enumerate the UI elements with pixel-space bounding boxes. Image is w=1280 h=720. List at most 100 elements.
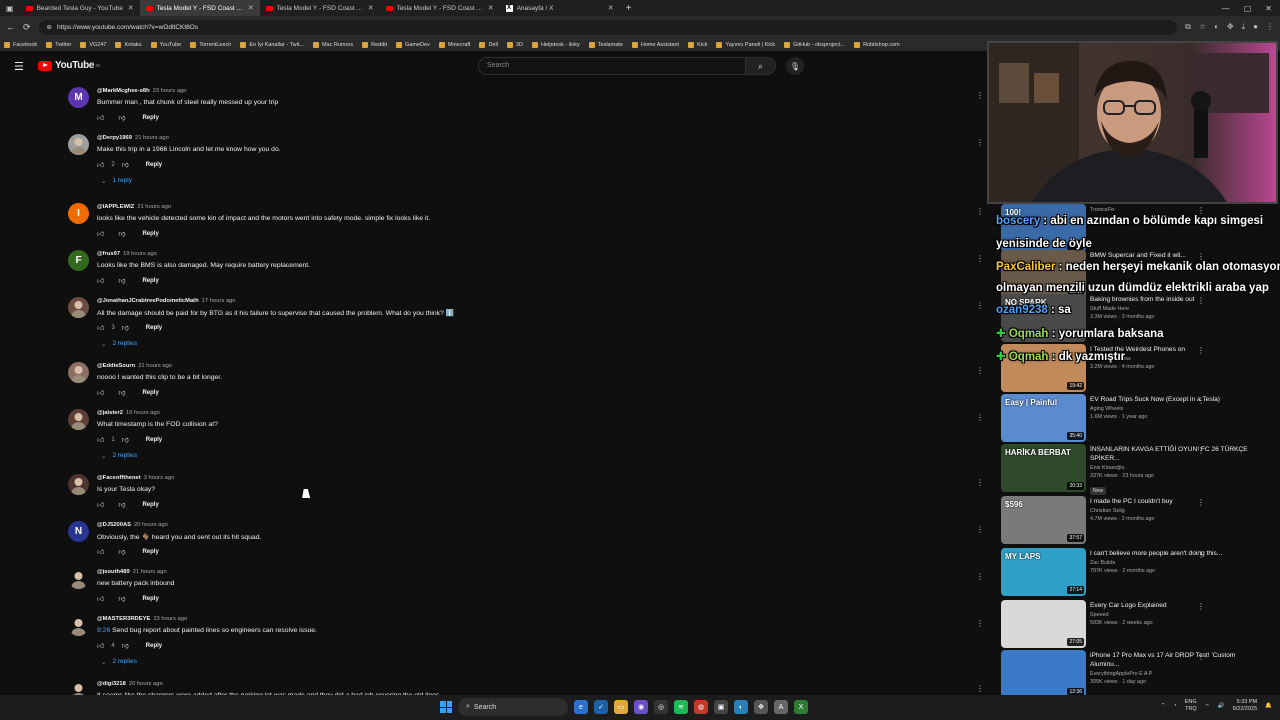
excel-icon[interactable]: X: [794, 700, 808, 714]
discord-icon[interactable]: ◉: [634, 700, 648, 714]
video-title[interactable]: Baking brownies from the inside out: [1090, 295, 1260, 304]
view-replies-button[interactable]: ⌄ 1 reply: [101, 177, 132, 185]
reply-button[interactable]: Reply: [142, 502, 158, 508]
video-title[interactable]: iPhone 17 Pro Max vs 17 Air DROP Test! '…: [1090, 651, 1260, 669]
recommended-video[interactable]: 27:05 Every Car Logo Explained Speeed 593K …: [1001, 600, 1271, 648]
taskbar-search[interactable]: ⌕ Search: [458, 698, 568, 716]
thumbs-down-icon[interactable]: 👎︎: [118, 276, 125, 285]
video-thumbnail[interactable]: 100! 25:07: [1001, 204, 1086, 252]
comment-author[interactable]: @frus97: [97, 251, 120, 257]
bookmark-item[interactable]: GitHub - obsproject...: [784, 41, 845, 48]
avatar[interactable]: N: [68, 521, 89, 542]
video-channel[interactable]: EverythingApplePro E A P: [1090, 671, 1260, 677]
thumbs-up-icon[interactable]: 👍︎: [97, 641, 104, 650]
avatar[interactable]: M: [68, 87, 89, 108]
app-icon-5[interactable]: A: [774, 700, 788, 714]
video-title[interactable]: Every Car Logo Explained: [1090, 601, 1260, 610]
bookmark-item[interactable]: Home Assistant: [631, 41, 679, 48]
clock[interactable]: 5:33 PM 9/22/2025: [1233, 699, 1257, 713]
app-icon-4[interactable]: ✥: [754, 700, 768, 714]
video-channel[interactable]: Speeed: [1090, 612, 1260, 618]
extension-icon[interactable]: ◐: [1214, 22, 1219, 32]
thumbs-down-icon[interactable]: 👎︎: [118, 594, 125, 603]
thumbs-down-icon[interactable]: 👎︎: [122, 323, 129, 332]
minimize-icon[interactable]: —: [1222, 4, 1230, 13]
notification-icon[interactable]: 🔔: [1265, 703, 1272, 709]
recommended-video[interactable]: 19:42 I Tested the Weirdest Phones on Mrwh…: [1001, 344, 1271, 392]
close-icon[interactable]: ✕: [368, 4, 374, 12]
language-indicator[interactable]: ENG TRQ: [1185, 699, 1197, 713]
video-more-icon[interactable]: ⋮: [1197, 498, 1205, 507]
comment-author[interactable]: @MarkMcghee-e8h: [97, 88, 150, 94]
avatar[interactable]: [68, 474, 89, 495]
thumbs-up-icon[interactable]: 👍︎: [97, 229, 104, 238]
close-icon[interactable]: ✕: [248, 4, 254, 12]
video-title[interactable]: I made the PC I couldn't buy: [1090, 497, 1260, 506]
reply-button[interactable]: Reply: [142, 278, 158, 284]
maximize-icon[interactable]: ▢: [1244, 4, 1252, 13]
comment-more-icon[interactable]: ⋮: [976, 254, 984, 263]
video-more-icon[interactable]: ⋮: [1197, 346, 1205, 355]
close-window-icon[interactable]: ✕: [1265, 4, 1272, 13]
thumbs-down-icon[interactable]: 👎︎: [122, 160, 129, 169]
comment-more-icon[interactable]: ⋮: [976, 413, 984, 422]
comment-time[interactable]: 20 hours ago: [129, 681, 163, 687]
video-channel[interactable]: Enis Kirazoğlu: [1090, 465, 1260, 471]
avatar[interactable]: [68, 568, 89, 589]
comment-time[interactable]: 20 hours ago: [134, 522, 168, 528]
thumbs-up-icon[interactable]: 👍︎: [97, 388, 104, 397]
comment-time[interactable]: 3 hours ago: [144, 475, 175, 481]
thumbs-up-icon[interactable]: 👍︎: [97, 276, 104, 285]
comment-time[interactable]: 21 hours ago: [135, 135, 169, 141]
reply-button[interactable]: Reply: [146, 437, 162, 443]
video-channel[interactable]: Zac Builds: [1090, 560, 1260, 566]
video-channel[interactable]: TronicsFix: [1090, 207, 1260, 213]
comment-more-icon[interactable]: ⋮: [976, 366, 984, 375]
video-more-icon[interactable]: ⋮: [1197, 446, 1205, 455]
comment-author[interactable]: @MASTER3RDEYE: [97, 616, 150, 622]
bookmark-item[interactable]: VG247: [80, 41, 106, 48]
video-thumbnail[interactable]: MY LAPS 27:14: [1001, 548, 1086, 596]
avatar[interactable]: I: [68, 203, 89, 224]
thumbs-up-icon[interactable]: 👍︎: [97, 500, 104, 509]
browser-tab[interactable]: Tesla Model Y - FSD Coast To Coa✕: [380, 0, 500, 16]
speaker-icon[interactable]: 🔊: [1218, 703, 1225, 709]
recommended-video[interactable]: 100! 25:07 TronicsFix ⋮: [1001, 204, 1271, 252]
view-replies-button[interactable]: ⌄ 2 replies: [101, 658, 137, 666]
url-field[interactable]: ⊜ https://www.youtube.com/watch?v=wOdltC…: [38, 19, 1178, 35]
video-thumbnail[interactable]: 27:05: [1001, 600, 1086, 648]
network-icon[interactable]: ◔: [1173, 703, 1176, 709]
bookmark-item[interactable]: En İyi Kanallar - Twit...: [240, 41, 304, 48]
comment-author[interactable]: @JonathanJCrabtreePodometicMath: [97, 298, 199, 304]
hamburger-menu-icon[interactable]: ☰: [14, 60, 24, 73]
comment-time[interactable]: 17 hours ago: [202, 298, 236, 304]
edge-icon[interactable]: e: [574, 700, 588, 714]
avatar[interactable]: [68, 134, 89, 155]
video-more-icon[interactable]: ⋮: [1197, 602, 1205, 611]
recommended-video[interactable]: 32:11 BMW Supercar and Fixed it wit... ⋮: [1001, 250, 1271, 298]
video-thumbnail[interactable]: NO SPARK: [1001, 294, 1086, 342]
video-title[interactable]: İNSANLARIN KAVGA ETTİĞİ OYUN! FC 26 TÜRK…: [1090, 445, 1260, 463]
comment-author[interactable]: @IAPPLEWIZ: [97, 204, 134, 210]
comment-author[interactable]: @EddieSourn: [97, 363, 135, 369]
thumbs-down-icon[interactable]: 👎︎: [122, 435, 129, 444]
comment-author[interactable]: @DJ5200AS: [97, 522, 131, 528]
comment-time[interactable]: 16 hours ago: [126, 410, 160, 416]
site-info-icon[interactable]: ⊜: [47, 23, 52, 31]
comment-more-icon[interactable]: ⋮: [976, 525, 984, 534]
bookmark-item[interactable]: Reddit: [362, 41, 387, 48]
thumbs-down-icon[interactable]: 👎︎: [118, 113, 125, 122]
obs-icon[interactable]: ◎: [654, 700, 668, 714]
video-title[interactable]: EV Road Trips Suck Now (Except in a Tesl…: [1090, 395, 1260, 404]
video-title[interactable]: BMW Supercar and Fixed it wit...: [1090, 251, 1260, 260]
app-icon-2[interactable]: ▣: [714, 700, 728, 714]
browser-tab[interactable]: X Anasayfa / X ✕: [500, 0, 620, 16]
comment-time[interactable]: 23 hours ago: [153, 88, 187, 94]
menu-dots-icon[interactable]: ⋮: [1266, 22, 1274, 32]
chrome-icon[interactable]: ◍: [694, 700, 708, 714]
bookmark-item[interactable]: Teslamate: [588, 41, 623, 48]
video-channel[interactable]: Aging Wheels: [1090, 406, 1260, 412]
comment-more-icon[interactable]: ⋮: [976, 684, 984, 693]
voice-search-button[interactable]: 🎙: [786, 57, 804, 75]
browser-tab[interactable]: Tesla Model Y - FSD Coast To Coa✕: [260, 0, 380, 16]
